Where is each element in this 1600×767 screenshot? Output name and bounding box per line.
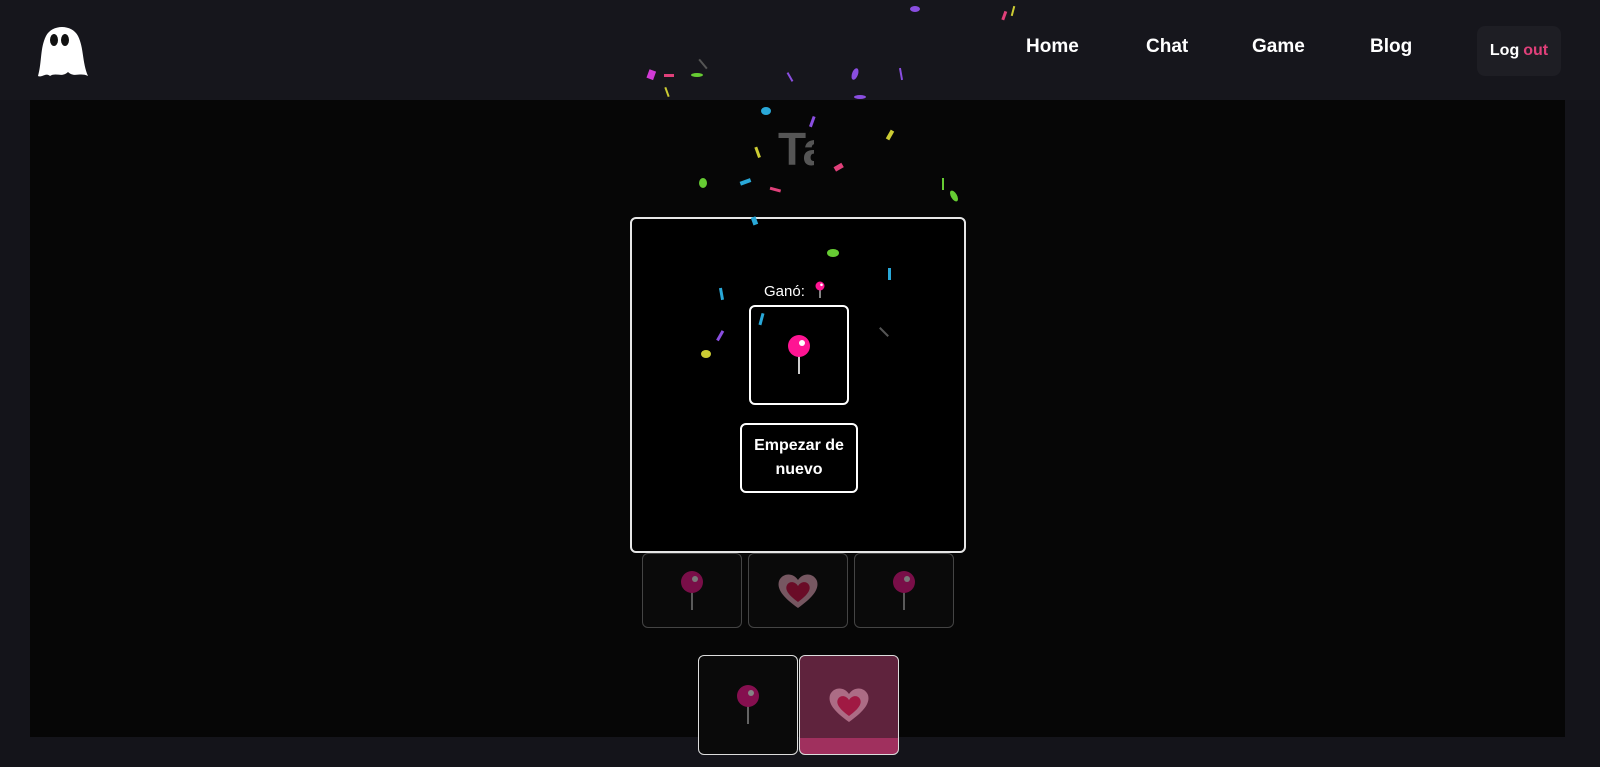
game-title: Ta [778,123,814,175]
logout-label: Log [1489,42,1520,59]
lollipop-icon [737,685,759,724]
board-card-heart[interactable] [748,553,848,628]
hand-card-lollipop[interactable] [698,655,798,755]
heart-icon [778,573,818,608]
nav-link-chat[interactable]: Chat [1146,36,1188,58]
winner-label: Ganó: [764,283,805,300]
nav-link-home[interactable]: Home [1026,36,1079,58]
nav-link-game[interactable]: Game [1252,36,1305,58]
logout-button[interactable]: Log out [1477,26,1561,76]
board-card-lollipop[interactable] [854,553,954,628]
heart-icon [829,688,869,722]
logout-label-accent: out [1523,42,1549,59]
winner-modal: Ganó: Empezar de nuevo [630,217,966,553]
winner-card [749,305,849,405]
lollipop-icon [893,570,915,610]
restart-button[interactable]: Empezar de nuevo [740,423,858,493]
lollipop-icon [815,281,825,298]
lollipop-icon [681,570,703,610]
nav-link-blog[interactable]: Blog [1370,36,1412,58]
board-card-lollipop[interactable] [642,553,742,628]
top-navbar: Home Chat Game Blog Log out [0,0,1600,100]
lollipop-icon [788,335,810,374]
ghost-icon[interactable] [30,22,90,82]
hand-card-heart-selected[interactable] [799,655,899,755]
